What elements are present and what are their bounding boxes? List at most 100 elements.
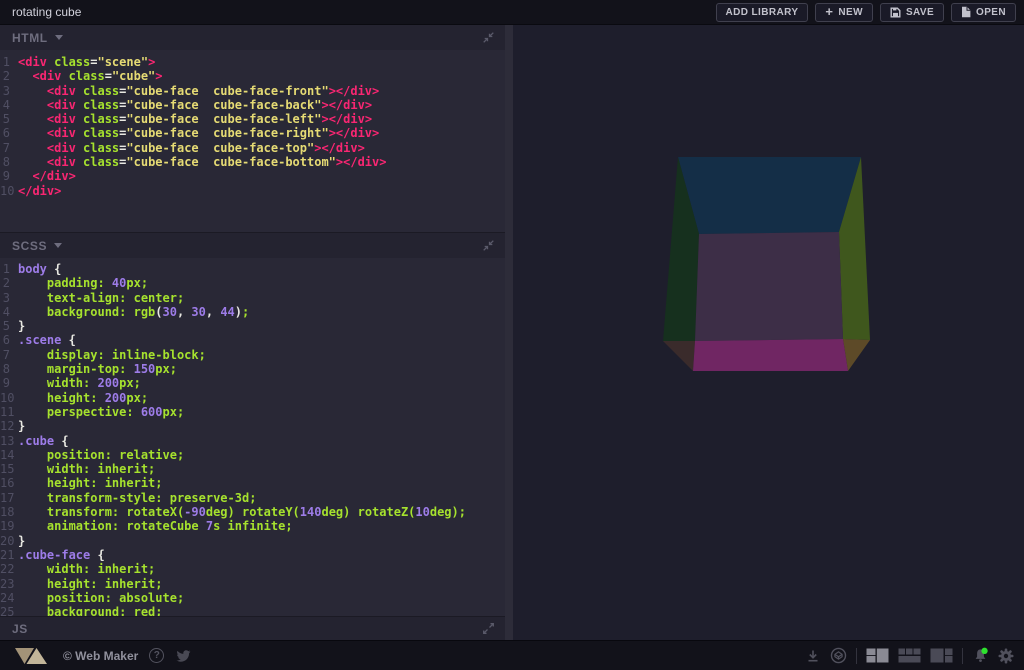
js-pane-header[interactable]: JS [0, 616, 505, 640]
code-line: 15 width: inherit; [0, 462, 505, 476]
copyright-text: © Web Maker [63, 649, 138, 663]
codepen-icon[interactable] [830, 647, 847, 664]
line-number: 17 [0, 491, 18, 505]
line-number: 6 [0, 333, 18, 347]
html-label: HTML [12, 31, 48, 45]
code-line: 12} [0, 419, 505, 433]
line-number: 2 [0, 69, 18, 83]
main-area: HTML 1<div class="scene">2 <div class="c… [0, 25, 1024, 640]
line-number: 4 [0, 98, 18, 112]
code-line: 8 <div class="cube-face cube-face-bottom… [0, 155, 505, 169]
help-icon[interactable]: ? [149, 648, 164, 663]
code-line: 25 background: red; [0, 605, 505, 616]
line-number: 12 [0, 419, 18, 433]
code-line: 1body { [0, 262, 505, 276]
cube-face-bottom [693, 339, 848, 371]
line-number: 13 [0, 434, 18, 448]
save-button[interactable]: SAVE [880, 3, 944, 22]
code-line: 13.cube { [0, 434, 505, 448]
save-icon [890, 7, 901, 18]
chevron-down-icon[interactable] [54, 243, 62, 248]
line-number: 7 [0, 348, 18, 362]
new-button[interactable]: + NEW [815, 3, 873, 22]
code-line: 22 width: inherit; [0, 562, 505, 576]
settings-gear-icon[interactable] [998, 648, 1014, 664]
editors-column: HTML 1<div class="scene">2 <div class="c… [0, 25, 505, 640]
layout-top-row-icon[interactable] [898, 648, 921, 663]
collapse-pane-icon[interactable] [482, 239, 495, 252]
app: rotating cube ADD LIBRARY + NEW SAVE OPE… [0, 0, 1024, 670]
web-maker-logo[interactable] [14, 647, 52, 665]
open-label: OPEN [976, 7, 1006, 18]
code-line: 4 background: rgb(30, 30, 44); [0, 305, 505, 319]
code-line: 19 animation: rotateCube 7s infinite; [0, 519, 505, 533]
line-number: 5 [0, 112, 18, 126]
chevron-down-icon[interactable] [55, 35, 63, 40]
layout-sidebar-left-icon[interactable] [866, 648, 889, 663]
collapse-pane-icon[interactable] [482, 31, 495, 44]
code-line: 20} [0, 534, 505, 548]
code-line: 23 height: inherit; [0, 577, 505, 591]
code-line: 10</div> [0, 184, 505, 198]
expand-pane-icon[interactable] [482, 622, 495, 635]
save-label: SAVE [906, 7, 934, 18]
pane-splitter[interactable] [505, 25, 513, 640]
footer-left: © Web Maker ? [14, 647, 192, 665]
add-library-label: ADD LIBRARY [726, 7, 799, 18]
line-number: 9 [0, 169, 18, 183]
cube-face-top [678, 157, 861, 234]
open-icon [961, 6, 971, 18]
line-number: 4 [0, 305, 18, 319]
open-button[interactable]: OPEN [951, 3, 1016, 22]
layout-sidebar-right-icon[interactable] [930, 648, 953, 663]
line-number: 20 [0, 534, 18, 548]
line-number: 1 [0, 55, 18, 69]
line-number: 5 [0, 319, 18, 333]
line-number: 25 [0, 605, 18, 616]
twitter-icon[interactable] [175, 649, 192, 663]
code-line: 5} [0, 319, 505, 333]
html-code-editor[interactable]: 1<div class="scene">2 <div class="cube">… [0, 50, 505, 232]
code-line: 8 margin-top: 150px; [0, 362, 505, 376]
scss-code-editor[interactable]: 1body {2 padding: 40px;3 text-align: cen… [0, 258, 505, 616]
cube-face-bottom-left-corner [663, 341, 695, 371]
footer-right [805, 647, 1014, 664]
code-line: 5 <div class="cube-face cube-face-left">… [0, 112, 505, 126]
code-line: 16 height: inherit; [0, 476, 505, 490]
html-pane-title: HTML [12, 31, 63, 45]
footer-bar: © Web Maker ? [0, 640, 1024, 670]
code-line: 1<div class="scene"> [0, 55, 505, 69]
line-number: 16 [0, 476, 18, 490]
line-number: 9 [0, 376, 18, 390]
line-number: 24 [0, 591, 18, 605]
line-number: 10 [0, 391, 18, 405]
code-line: 24 position: absolute; [0, 591, 505, 605]
line-number: 1 [0, 262, 18, 276]
rotating-cube-render [513, 25, 1024, 640]
code-line: 21.cube-face { [0, 548, 505, 562]
scss-pane-header[interactable]: SCSS [0, 232, 505, 258]
notifications-bell-icon[interactable] [972, 647, 989, 664]
html-pane-header[interactable]: HTML [0, 25, 505, 50]
cube-face-front [695, 232, 843, 341]
code-line: 10 height: 200px; [0, 391, 505, 405]
project-title[interactable]: rotating cube [12, 5, 81, 19]
footer-divider [962, 648, 963, 664]
scss-label: SCSS [12, 239, 47, 253]
line-number: 10 [0, 184, 18, 198]
line-number: 8 [0, 362, 18, 376]
line-number: 23 [0, 577, 18, 591]
line-number: 8 [0, 155, 18, 169]
code-line: 3 text-align: center; [0, 291, 505, 305]
topbar-actions: ADD LIBRARY + NEW SAVE OPEN [716, 3, 1017, 22]
add-library-button[interactable]: ADD LIBRARY [716, 3, 809, 22]
line-number: 22 [0, 562, 18, 576]
code-line: 2 padding: 40px; [0, 276, 505, 290]
download-icon[interactable] [805, 648, 821, 664]
preview-pane [513, 25, 1024, 640]
code-line: 18 transform: rotateX(-90deg) rotateY(14… [0, 505, 505, 519]
notification-dot [981, 648, 987, 654]
plus-icon: + [825, 5, 833, 18]
line-number: 15 [0, 462, 18, 476]
code-line: 6.scene { [0, 333, 505, 347]
